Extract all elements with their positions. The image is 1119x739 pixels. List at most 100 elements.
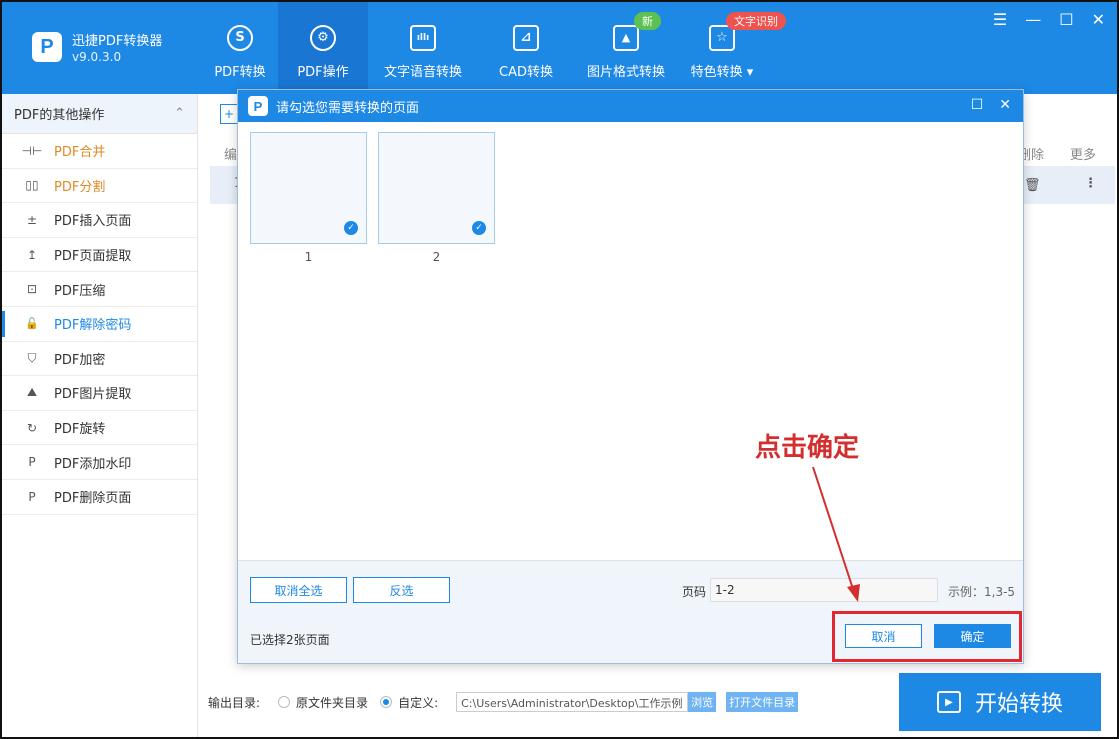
sidebar-item-encrypt[interactable]: ⛉ PDF加密 xyxy=(2,342,197,377)
page-range-example: 示例：1,3-5 xyxy=(948,585,1016,599)
sidebar-header-label: PDF的其他操作 xyxy=(14,108,105,123)
ocr-badge: 文字识别 xyxy=(726,12,786,30)
unlock-icon: 🔓 xyxy=(25,317,39,331)
extract-page-icon: ↥ xyxy=(26,247,38,262)
tab-text-speech[interactable]: ıllı 文字语音转换 xyxy=(368,2,478,94)
start-convert-button[interactable]: ▶ 开始转换 xyxy=(899,673,1101,731)
convert-icon: S xyxy=(227,24,253,51)
merge-icon: ⊣⊢ xyxy=(21,143,43,158)
tab-label: CAD转换 xyxy=(499,64,553,80)
sidebar-item-label: PDF合并 xyxy=(54,145,106,161)
tab-cad-convert[interactable]: ⊿ CAD转换 xyxy=(478,2,574,94)
sidebar-item-insert-page[interactable]: ± PDF插入页面 xyxy=(2,203,197,238)
sidebar-item-rotate[interactable]: ↻ PDF旋转 xyxy=(2,411,197,446)
window-controls: ☰ — ☐ ✕ xyxy=(993,10,1105,29)
column-header-index: 编 xyxy=(224,148,238,163)
page-select-dialog: P 请勾选您需要转换的页面 ☐ ✕ ✓ 1 ✓ 2 取消全选 反选 页码 1-2… xyxy=(237,89,1024,664)
audio-wave-icon: ıllı xyxy=(410,24,436,51)
output-label: 输出目录: xyxy=(208,695,261,710)
sidebar: PDF的其他操作 ⌃ ⊣⊢ PDF合并 ▯▯ PDF分割 ± PDF插入页面 ↥ PDF… xyxy=(2,94,198,737)
page-range-input[interactable]: 1-2 xyxy=(710,578,938,602)
rotate-icon: ↻ xyxy=(26,420,38,435)
play-icon: ▶ xyxy=(936,691,961,713)
dialog-titlebar: P 请勾选您需要转换的页面 ☐ ✕ xyxy=(238,90,1023,122)
page-thumbnail[interactable]: ✓ xyxy=(250,132,367,244)
tab-label: 特色转换 ▾ xyxy=(690,64,754,80)
sidebar-item-label: PDF加密 xyxy=(54,352,106,368)
close-icon[interactable]: ✕ xyxy=(1092,10,1105,29)
sidebar-item-label: PDF旋转 xyxy=(54,422,106,438)
gear-icon: ⚙ xyxy=(310,24,336,51)
sidebar-item-label: PDF添加水印 xyxy=(54,456,132,472)
page-range-label: 页码 xyxy=(682,585,707,599)
compress-icon: ⊡ xyxy=(26,282,38,297)
app-name: 迅捷PDF转换器 xyxy=(72,34,163,49)
sidebar-item-compress[interactable]: ⊡ PDF压缩 xyxy=(2,272,197,307)
dialog-title: 请勾选您需要转换的页面 xyxy=(276,100,420,116)
radio-original-label: 原文件夹目录 xyxy=(296,695,369,710)
sidebar-item-watermark[interactable]: P PDF添加水印 xyxy=(2,445,197,480)
tab-label: PDF转换 xyxy=(214,64,266,80)
watermark-icon: P xyxy=(28,455,36,470)
sidebar-header[interactable]: PDF的其他操作 ⌃ xyxy=(2,94,197,134)
app-logo: P xyxy=(32,32,62,62)
tab-label: 文字语音转换 xyxy=(383,64,462,80)
sidebar-item-extract-image[interactable]: ⛰ PDF图片提取 xyxy=(2,376,197,411)
tab-pdf-convert[interactable]: S PDF转换 xyxy=(202,2,278,94)
sidebar-item-delete-page[interactable]: P PDF删除页面 xyxy=(2,480,197,515)
selected-count: 已选择2张页面 xyxy=(250,633,330,647)
close-icon[interactable]: ✕ xyxy=(999,97,1011,113)
radio-original-folder[interactable] xyxy=(278,696,291,708)
sidebar-item-label: PDF压缩 xyxy=(54,283,106,299)
page-number: 2 xyxy=(432,250,441,264)
column-header-more: 更多 xyxy=(1070,148,1097,163)
shield-icon: ⛉ xyxy=(27,350,37,365)
sidebar-item-label: PDF页面提取 xyxy=(54,249,132,265)
top-toolbar: P 迅捷PDF转换器 v9.0.3.0 S PDF转换 ⚙ PDF操作 ıllı… xyxy=(2,2,1117,94)
delete-page-icon: P xyxy=(28,489,36,504)
sidebar-item-extract-page[interactable]: ↥ PDF页面提取 xyxy=(2,238,197,273)
sidebar-item-label: PDF解除密码 xyxy=(54,318,132,334)
sidebar-item-split[interactable]: ▯▯ PDF分割 xyxy=(2,169,197,204)
open-folder-button[interactable]: 打开文件目录 xyxy=(726,692,799,712)
browse-button[interactable]: 浏览 xyxy=(688,692,717,712)
add-file-icon[interactable]: + xyxy=(220,104,238,124)
start-convert-label: 开始转换 xyxy=(974,692,1063,717)
sidebar-item-merge[interactable]: ⊣⊢ PDF合并 xyxy=(2,134,197,169)
tab-pdf-operations[interactable]: ⚙ PDF操作 xyxy=(278,2,368,94)
invert-selection-button[interactable]: 反选 xyxy=(353,577,450,603)
page-number: 1 xyxy=(304,250,313,264)
annotation-text: 点击确定 xyxy=(755,433,860,463)
page-thumbnail[interactable]: ✓ xyxy=(378,132,495,244)
sidebar-item-label: PDF插入页面 xyxy=(54,214,132,230)
minimize-icon[interactable]: — xyxy=(1025,10,1041,29)
trash-icon[interactable]: 🗑 xyxy=(1024,178,1041,193)
new-badge: 新 xyxy=(634,12,661,30)
split-icon: ▯▯ xyxy=(25,178,39,193)
sidebar-item-label: PDF图片提取 xyxy=(54,387,132,403)
output-path-field[interactable]: C:\Users\Administrator\Desktop\工作示例 xyxy=(456,692,689,712)
chevron-up-icon: ⌃ xyxy=(174,106,185,121)
tab-image-format[interactable]: ▲ 图片格式转换 新 xyxy=(574,2,678,94)
sidebar-item-remove-password[interactable]: 🔓 PDF解除密码 xyxy=(2,307,197,342)
app-window: P 迅捷PDF转换器 v9.0.3.0 S PDF转换 ⚙ PDF操作 ıllı… xyxy=(0,0,1119,739)
checkmark-icon[interactable]: ✓ xyxy=(472,221,486,235)
tab-label: PDF操作 xyxy=(297,64,349,80)
menu-icon[interactable]: ☰ xyxy=(993,10,1007,29)
image-icon: ▲ xyxy=(613,24,639,51)
radio-custom-label: 自定义: xyxy=(398,695,439,710)
image-icon: ⛰ xyxy=(26,385,38,400)
insert-page-icon: ± xyxy=(26,212,38,227)
radio-custom-folder[interactable] xyxy=(380,696,393,708)
checkmark-icon[interactable]: ✓ xyxy=(344,221,358,235)
maximize-icon[interactable]: ☐ xyxy=(1059,10,1073,29)
sidebar-item-label: PDF分割 xyxy=(54,179,106,195)
tool-tabs: S PDF转换 ⚙ PDF操作 ıllı 文字语音转换 ⊿ CAD转换 ▲ 图片… xyxy=(202,2,786,94)
maximize-icon[interactable]: ☐ xyxy=(971,97,984,113)
annotation-highlight-box xyxy=(832,611,1022,662)
more-options-icon[interactable]: ⋮ xyxy=(1084,176,1097,191)
tab-special-convert[interactable]: ☆ 特色转换 ▾ 文字识别 xyxy=(678,2,786,94)
deselect-all-button[interactable]: 取消全选 xyxy=(250,577,347,603)
tab-label: 图片格式转换 xyxy=(586,64,665,80)
output-directory-bar: 输出目录: 原文件夹目录 自定义: C:\Users\Administrator… xyxy=(208,692,799,712)
